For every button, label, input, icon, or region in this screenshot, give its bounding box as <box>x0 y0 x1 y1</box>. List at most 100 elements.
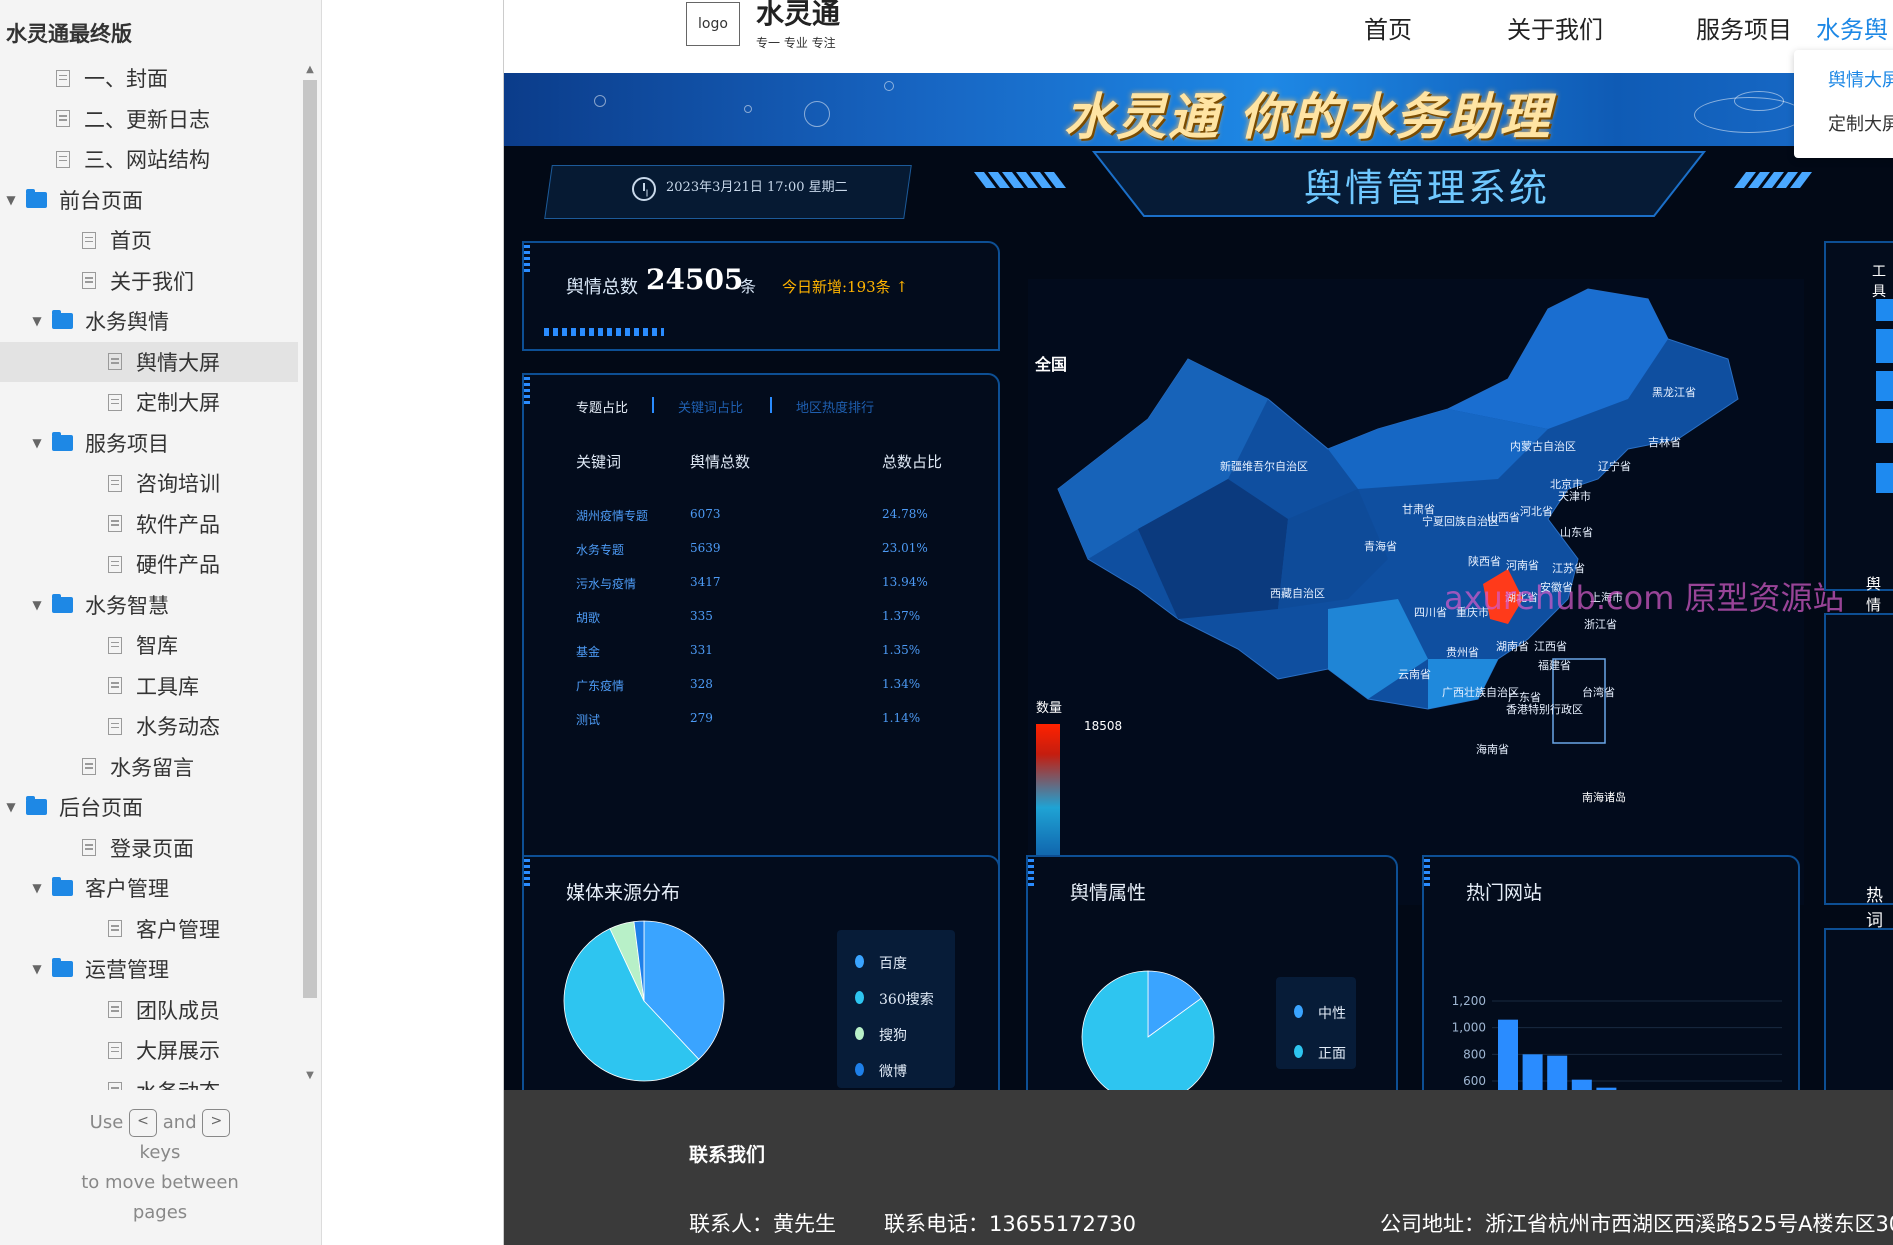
legend-item[interactable]: 中性 <box>1318 1003 1346 1023</box>
page-icon <box>108 636 122 654</box>
tree-item-label: 关于我们 <box>110 269 194 294</box>
site-header: logo 水灵通 专一 专业 专注 首页 关于我们 服务项目 水务舆情 舆情大屏… <box>504 0 1893 158</box>
page-icon <box>108 1041 122 1059</box>
footer-phone: 联系电话：13655172730 <box>884 1212 1136 1236</box>
tree-item[interactable]: 大屏展示 <box>0 1030 298 1070</box>
legend-dot <box>1294 1005 1303 1018</box>
tree-item[interactable]: ▼ 服务项目 <box>0 423 298 463</box>
tree-item[interactable]: ▼ 前台页面 <box>0 180 298 220</box>
bar <box>1547 1055 1568 1090</box>
tree-item[interactable]: 水务动态 <box>0 1071 298 1090</box>
tree-item[interactable]: 智库 <box>0 625 298 665</box>
prev-key-icon: < <box>129 1109 158 1137</box>
dropdown-item-dashboard[interactable]: 舆情大屏 <box>1828 66 1893 92</box>
page-icon <box>108 1082 122 1090</box>
province-label: 黑龙江省 <box>1652 386 1696 399</box>
tree-item[interactable]: 硬件产品 <box>0 544 298 584</box>
tree-item[interactable]: ▼ 客户管理 <box>0 868 298 908</box>
tree-item[interactable]: 水务动态 <box>0 706 298 746</box>
province-label: 内蒙古自治区 <box>1510 440 1576 453</box>
scroll-up-icon[interactable]: ▲ <box>304 64 316 75</box>
tree-item[interactable]: ▼ 水务智慧 <box>0 585 298 625</box>
legend-item[interactable]: 360搜索 <box>879 989 934 1009</box>
scroll-down-icon[interactable]: ▼ <box>304 1070 316 1081</box>
page-icon <box>108 515 122 532</box>
caret-down-icon[interactable]: ▼ <box>4 800 18 814</box>
caret-down-icon[interactable]: ▼ <box>30 314 44 328</box>
dropdown-item-custom[interactable]: 定制大屏 <box>1828 110 1893 136</box>
nav-home[interactable]: 首页 <box>1364 10 1412 45</box>
caret-down-icon[interactable]: ▼ <box>4 193 18 207</box>
tree-item[interactable]: 关于我们 <box>0 261 298 301</box>
province-label: 辽宁省 <box>1598 460 1631 473</box>
y-tick-label: 1,000 <box>1452 1021 1486 1035</box>
tree-item[interactable]: 登录页面 <box>0 828 298 868</box>
nav-about[interactable]: 关于我们 <box>1507 10 1603 45</box>
tree-item-label: 软件产品 <box>136 512 220 537</box>
legend-item[interactable]: 正面 <box>1318 1043 1346 1063</box>
tree-item[interactable]: 团队成员 <box>0 990 298 1030</box>
tree-item[interactable]: ▼ 运营管理 <box>0 949 298 989</box>
page-icon <box>82 839 96 856</box>
province-label: 新疆维吾尔自治区 <box>1220 460 1308 473</box>
tree-item[interactable]: 首页 <box>0 220 298 260</box>
footer-title: 联系我们 <box>689 1144 766 1166</box>
caret-down-icon[interactable]: ▼ <box>30 881 44 895</box>
table-cell: 6073 <box>690 507 721 521</box>
sites-bar-chart: 1,2001,000800600400200 <box>1452 994 1782 1090</box>
tree-item[interactable]: 舆情大屏 <box>0 341 298 382</box>
legend-max: 18508 <box>1084 719 1123 733</box>
y-tick-label: 1,200 <box>1452 994 1486 1008</box>
tree-item-label: 运营管理 <box>85 958 169 982</box>
tree-item[interactable]: 水务留言 <box>0 747 298 787</box>
legend-item[interactable]: 微博 <box>879 1061 907 1081</box>
scrollbar-thumb[interactable] <box>303 80 317 998</box>
tree-item[interactable]: ▼ 水务舆情 <box>0 301 298 341</box>
tree-item[interactable]: 三、网站结构 <box>0 139 298 179</box>
tree-item[interactable]: 软件产品 <box>0 504 298 544</box>
tree-item[interactable]: ▼ 后台页面 <box>0 787 298 827</box>
tree-item-label: 水务舆情 <box>85 310 169 334</box>
caret-down-icon[interactable]: ▼ <box>30 598 44 612</box>
page-icon <box>108 474 122 492</box>
y-tick-label: 800 <box>1463 1047 1486 1061</box>
tree-item-label: 工具库 <box>136 674 199 699</box>
legend-item[interactable]: 搜狗 <box>879 1025 907 1045</box>
province-label: 宁夏回族自治区 <box>1422 515 1499 528</box>
table-cell: 1.35% <box>882 643 921 657</box>
tab-region[interactable]: 地区热度排行 <box>796 397 874 416</box>
page-icon <box>108 677 122 694</box>
tree-item[interactable]: 客户管理 <box>0 909 298 949</box>
province-label: 河南省 <box>1506 559 1539 572</box>
tree-item[interactable]: 定制大屏 <box>0 382 298 422</box>
table-cell: 胡歌 <box>576 611 601 625</box>
tree-item-label: 水务智慧 <box>85 593 169 618</box>
folder-icon <box>26 796 47 815</box>
tree-item[interactable]: 一、封面 <box>0 58 298 98</box>
tools-panel-title: 工具 <box>1872 264 1886 300</box>
tab-keyword[interactable]: 关键词占比 <box>678 397 743 416</box>
legend-item[interactable]: 百度 <box>879 953 907 973</box>
folder-icon <box>52 958 73 977</box>
sidebar-scrollbar[interactable]: ▲ ▼ <box>300 62 320 1082</box>
logo-placeholder[interactable]: logo <box>686 2 740 46</box>
legend-dot <box>855 955 864 968</box>
tree-item[interactable]: 工具库 <box>0 666 298 706</box>
dashboard: 水灵通 你的水务助理 舆情管理系统 2023年3月21日 17:00 星期二 舆… <box>504 73 1893 1090</box>
tree-item-label: 团队成员 <box>136 998 220 1023</box>
caret-down-icon[interactable]: ▼ <box>30 962 44 976</box>
tree-item-label: 水务留言 <box>110 755 194 780</box>
hotword-panel <box>1824 928 1893 1090</box>
media-title: 媒体来源分布 <box>566 882 681 904</box>
tree-item-label: 客户管理 <box>136 917 220 942</box>
prototype-page: logo 水灵通 专一 专业 专注 首页 关于我们 服务项目 水务舆情 舆情大屏… <box>503 0 1893 1245</box>
tree-item[interactable]: 咨询培训 <box>0 463 298 503</box>
nav-services[interactable]: 服务项目 <box>1696 10 1792 45</box>
province-label: 湖南省 <box>1496 640 1529 653</box>
caret-down-icon[interactable]: ▼ <box>30 436 44 450</box>
col-ratio: 总数占比 <box>882 453 943 471</box>
table-cell: 湖州疫情专题 <box>576 509 649 523</box>
tab-topic[interactable]: 专题占比 <box>576 397 628 416</box>
tree-item[interactable]: 二、更新日志 <box>0 99 298 139</box>
table-cell: 1.37% <box>882 609 921 623</box>
